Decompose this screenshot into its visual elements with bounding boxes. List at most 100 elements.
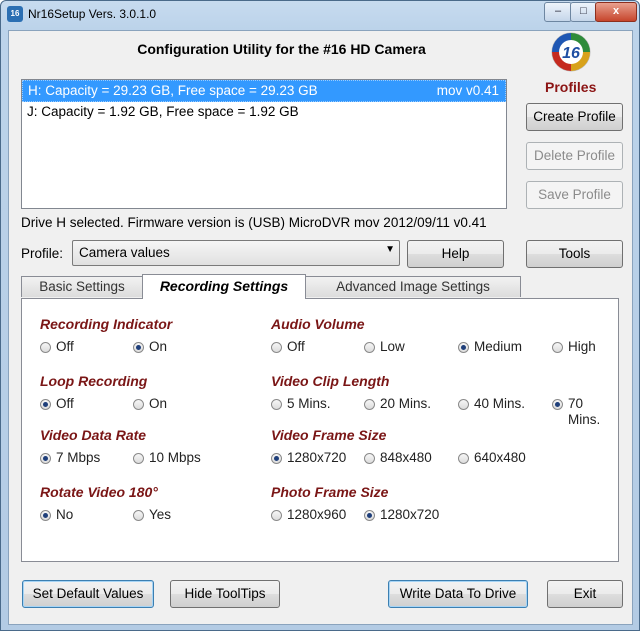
option-label: Off bbox=[287, 339, 305, 354]
audio-volume-title: Audio Volume bbox=[271, 316, 365, 332]
help-button[interactable]: Help bbox=[407, 240, 504, 268]
radio-icon bbox=[40, 342, 51, 353]
clip-length-20-radio[interactable]: 20 Mins. bbox=[364, 396, 431, 412]
option-label: 70 Mins. bbox=[568, 396, 601, 427]
radio-icon bbox=[40, 453, 51, 464]
hide-tooltips-button[interactable]: Hide ToolTips bbox=[170, 580, 280, 608]
audio-volume-high-radio[interactable]: High bbox=[552, 339, 596, 355]
profile-select-value: Camera values bbox=[79, 245, 170, 260]
radio-icon bbox=[364, 399, 375, 410]
option-label: Off bbox=[56, 396, 74, 411]
recording-indicator-title: Recording Indicator bbox=[40, 316, 173, 332]
radio-icon bbox=[133, 453, 144, 464]
maximize-button[interactable]: □ bbox=[570, 2, 597, 22]
option-label: 1280x720 bbox=[287, 450, 347, 465]
rotate-video-title: Rotate Video 180° bbox=[40, 484, 158, 500]
radio-icon bbox=[552, 342, 563, 353]
option-label: 10 Mbps bbox=[149, 450, 201, 465]
option-label: 640x480 bbox=[474, 450, 526, 465]
window-title: Nr16Setup Vers. 3.0.1.0 bbox=[28, 7, 157, 21]
radio-icon bbox=[271, 342, 282, 353]
radio-icon bbox=[40, 399, 51, 410]
radio-icon bbox=[364, 510, 375, 521]
app-icon: 16 bbox=[7, 6, 23, 22]
photo-frame-1280x720-radio[interactable]: 1280x720 bbox=[364, 507, 439, 523]
radio-icon bbox=[40, 510, 51, 521]
option-label: High bbox=[568, 339, 596, 354]
radio-icon bbox=[458, 342, 469, 353]
radio-icon bbox=[458, 399, 469, 410]
page-title: Configuration Utility for the #16 HD Cam… bbox=[137, 41, 426, 57]
data-rate-10-radio[interactable]: 10 Mbps bbox=[133, 450, 201, 466]
loop-recording-off-radio[interactable]: Off bbox=[40, 396, 74, 412]
option-label: 7 Mbps bbox=[56, 450, 101, 465]
radio-icon bbox=[133, 342, 144, 353]
video-frame-848x480-radio[interactable]: 848x480 bbox=[364, 450, 432, 466]
audio-volume-low-radio[interactable]: Low bbox=[364, 339, 405, 355]
radio-icon bbox=[364, 453, 375, 464]
minimize-button[interactable]: – bbox=[544, 2, 572, 22]
tools-button[interactable]: Tools bbox=[526, 240, 623, 268]
profiles-label: Profiles bbox=[545, 79, 597, 95]
set-default-values-button[interactable]: Set Default Values bbox=[22, 580, 154, 608]
settings-tabs: Basic Settings Recording Settings Advanc… bbox=[21, 274, 621, 299]
radio-icon bbox=[271, 453, 282, 464]
rotate-no-radio[interactable]: No bbox=[40, 507, 73, 523]
audio-volume-off-radio[interactable]: Off bbox=[271, 339, 305, 355]
audio-volume-medium-radio[interactable]: Medium bbox=[458, 339, 522, 355]
radio-icon bbox=[552, 399, 563, 410]
photo-frame-1280x960-radio[interactable]: 1280x960 bbox=[271, 507, 346, 523]
option-label: 1280x720 bbox=[380, 507, 440, 522]
camera-logo-icon: 16 bbox=[551, 32, 591, 72]
radio-icon bbox=[271, 399, 282, 410]
status-text: Drive H selected. Firmware version is (U… bbox=[21, 215, 487, 230]
close-button[interactable]: x bbox=[595, 2, 637, 22]
recording-indicator-off-radio[interactable]: Off bbox=[40, 339, 74, 355]
loop-recording-on-radio[interactable]: On bbox=[133, 396, 167, 412]
option-label: On bbox=[149, 339, 168, 354]
tab-basic-settings[interactable]: Basic Settings bbox=[21, 276, 143, 297]
option-label: 40 Mins. bbox=[474, 396, 526, 411]
create-profile-button[interactable]: Create Profile bbox=[526, 103, 623, 131]
option-label: 5 Mins. bbox=[287, 396, 331, 411]
photo-frame-size-title: Photo Frame Size bbox=[271, 484, 389, 500]
video-frame-size-title: Video Frame Size bbox=[271, 427, 387, 443]
write-data-button[interactable]: Write Data To Drive bbox=[388, 580, 528, 608]
drive-row-label: J: Capacity = 1.92 GB, Free space = 1.92… bbox=[27, 104, 299, 119]
option-label: 848x480 bbox=[380, 450, 432, 465]
radio-icon bbox=[271, 510, 282, 521]
drive-list[interactable]: H: Capacity = 29.23 GB, Free space = 29.… bbox=[21, 79, 507, 209]
radio-icon bbox=[458, 453, 469, 464]
tab-advanced-image-settings[interactable]: Advanced Image Settings bbox=[305, 276, 521, 297]
recording-indicator-on-radio[interactable]: On bbox=[133, 339, 167, 355]
option-label: 20 Mins. bbox=[380, 396, 432, 411]
option-label: Yes bbox=[149, 507, 172, 522]
option-label: No bbox=[56, 507, 74, 522]
tab-recording-settings[interactable]: Recording Settings bbox=[142, 274, 306, 299]
drive-row-h[interactable]: H: Capacity = 29.23 GB, Free space = 29.… bbox=[22, 80, 506, 102]
loop-recording-title: Loop Recording bbox=[40, 373, 148, 389]
clip-length-70-radio[interactable]: 70 Mins. bbox=[552, 396, 618, 427]
video-clip-length-title: Video Clip Length bbox=[271, 373, 390, 389]
video-frame-1280x720-radio[interactable]: 1280x720 bbox=[271, 450, 346, 466]
chevron-down-icon[interactable]: ▼ bbox=[385, 244, 395, 255]
option-label: On bbox=[149, 396, 168, 411]
option-label: Off bbox=[56, 339, 74, 354]
clip-length-5-radio[interactable]: 5 Mins. bbox=[271, 396, 331, 412]
radio-icon bbox=[133, 399, 144, 410]
exit-button[interactable]: Exit bbox=[547, 580, 623, 608]
option-label: 1280x960 bbox=[287, 507, 347, 522]
drive-row-label: H: Capacity = 29.23 GB, Free space = 29.… bbox=[28, 83, 318, 98]
save-profile-button[interactable]: Save Profile bbox=[526, 181, 623, 209]
title-bar[interactable]: 16 Nr16Setup Vers. 3.0.1.0 – □ x bbox=[1, 1, 639, 29]
rotate-yes-radio[interactable]: Yes bbox=[133, 507, 171, 523]
video-frame-640x480-radio[interactable]: 640x480 bbox=[458, 450, 526, 466]
profile-select[interactable]: Camera values ▼ bbox=[72, 240, 400, 266]
data-rate-7-radio[interactable]: 7 Mbps bbox=[40, 450, 100, 466]
svg-text:16: 16 bbox=[562, 45, 580, 62]
radio-icon bbox=[133, 510, 144, 521]
clip-length-40-radio[interactable]: 40 Mins. bbox=[458, 396, 525, 412]
delete-profile-button[interactable]: Delete Profile bbox=[526, 142, 623, 170]
drive-row-j[interactable]: J: Capacity = 1.92 GB, Free space = 1.92… bbox=[22, 102, 506, 122]
radio-icon bbox=[364, 342, 375, 353]
